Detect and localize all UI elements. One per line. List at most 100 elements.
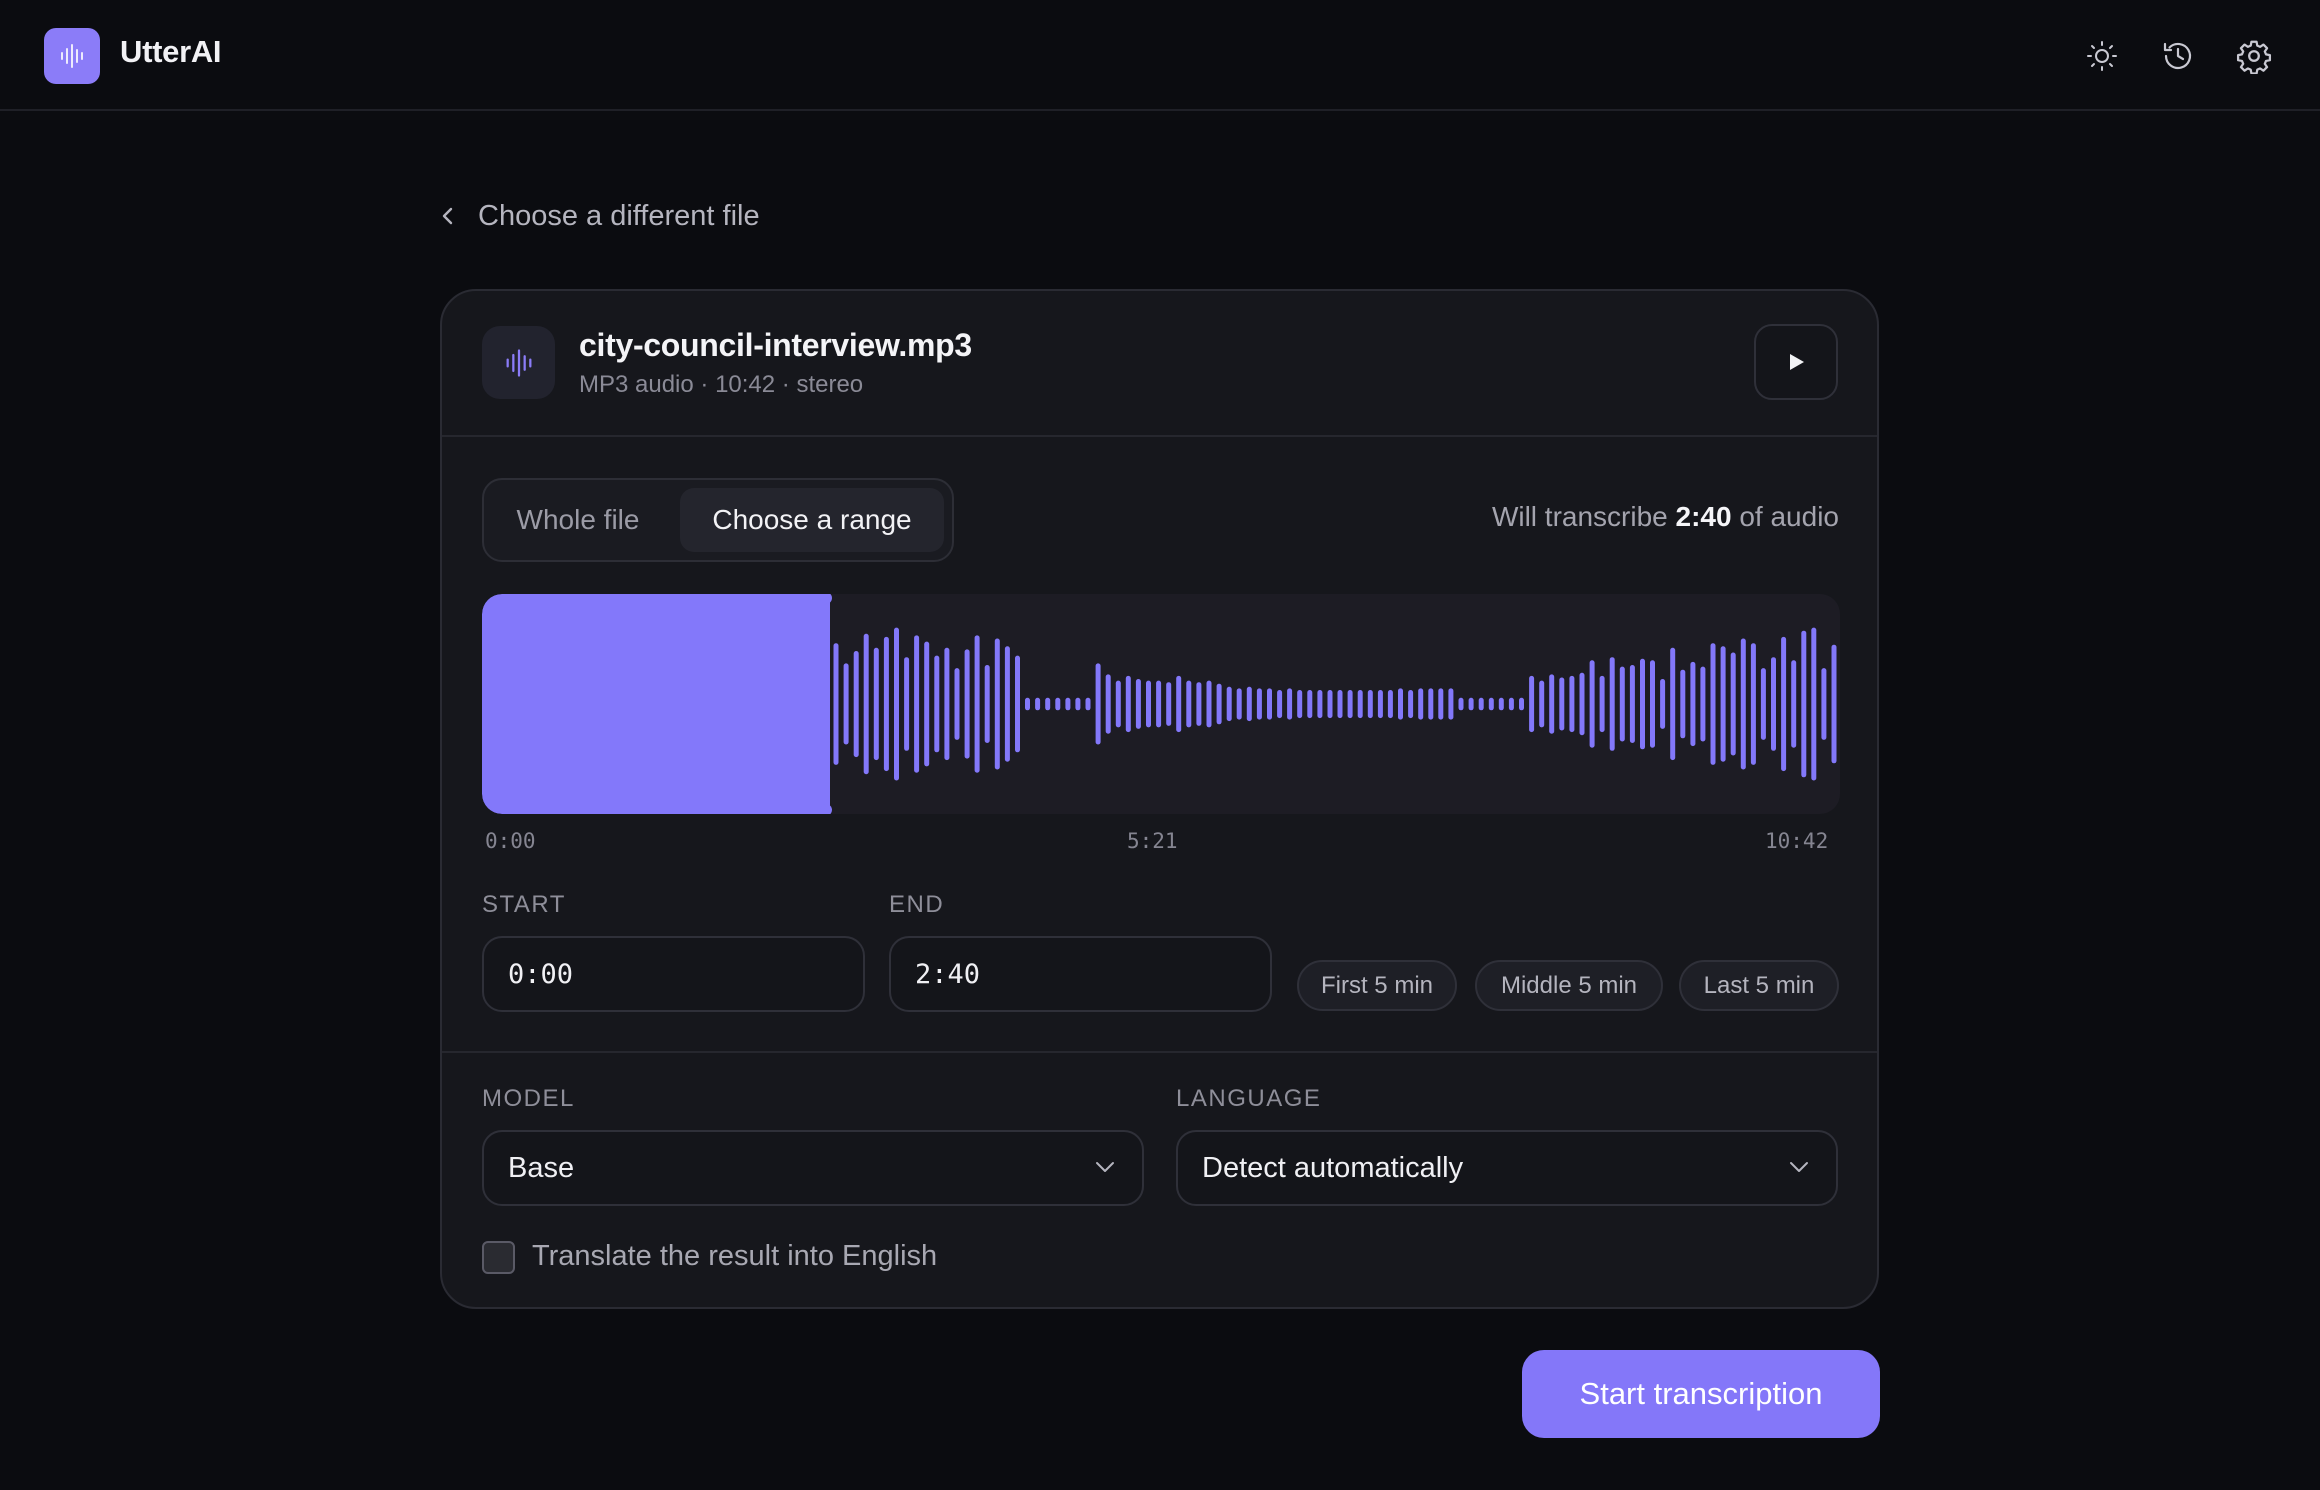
waveform-bar xyxy=(1549,674,1555,734)
waveform-bar xyxy=(1377,690,1383,719)
language-label: LANGUAGE xyxy=(1176,1085,1322,1112)
waveform-bar xyxy=(1367,690,1373,719)
waveform-bar xyxy=(1135,679,1141,729)
waveform-bar xyxy=(1418,688,1424,720)
start-label: START xyxy=(482,891,566,918)
model-select[interactable]: Base xyxy=(482,1130,1144,1206)
waveform-bar xyxy=(1710,643,1716,765)
waveform-bar xyxy=(1690,661,1696,747)
range-mode-toggle: Whole file Choose a range xyxy=(482,478,954,562)
waveform-bar xyxy=(1508,697,1514,711)
translate-checkbox[interactable] xyxy=(482,1241,515,1274)
audio-file-icon xyxy=(482,326,555,399)
waveform-bar xyxy=(1730,652,1736,756)
waveform-bar xyxy=(1559,677,1565,731)
waveform-bars xyxy=(833,627,1837,781)
waveform-bar xyxy=(1519,697,1524,711)
file-meta: MP3 audio · 10:42 · stereo xyxy=(579,371,864,398)
model-label: MODEL xyxy=(482,1085,575,1112)
waveform-bar xyxy=(1226,686,1232,722)
waveform-bar xyxy=(1428,688,1434,720)
waveform-bar xyxy=(1347,690,1353,719)
gear-icon[interactable] xyxy=(2234,36,2274,76)
divider xyxy=(442,435,1877,437)
sun-icon[interactable] xyxy=(2082,36,2122,76)
waveform-bar xyxy=(1085,697,1091,711)
waveform-bar xyxy=(1589,660,1595,748)
waveform-bar xyxy=(1720,646,1726,762)
divider xyxy=(442,1051,1877,1053)
waveform-bar xyxy=(1267,688,1272,720)
waveform-bar xyxy=(1498,697,1504,711)
waveform-bar xyxy=(1337,690,1343,719)
waveform-bar xyxy=(1458,697,1464,711)
summary-suffix: of audio xyxy=(1731,501,1839,532)
last-5-min-chip[interactable]: Last 5 min xyxy=(1679,960,1839,1011)
waveform-bar xyxy=(894,627,899,781)
waveform-tick-start: 0:00 xyxy=(485,829,536,853)
waveform-bar xyxy=(833,643,839,765)
back-link-label: Choose a different file xyxy=(478,199,760,232)
summary-duration: 2:40 xyxy=(1675,501,1732,532)
waveform-bar xyxy=(1236,688,1242,720)
waveform-bar xyxy=(1579,672,1585,736)
waveform-bar xyxy=(1327,690,1333,719)
language-select[interactable]: Detect automatically xyxy=(1176,1130,1838,1206)
whole-file-option[interactable]: Whole file xyxy=(506,488,650,552)
waveform-bar xyxy=(1186,680,1192,728)
start-time-input[interactable]: 0:00 xyxy=(482,936,865,1012)
transcription-card: city-council-interview.mp3 MP3 audio · 1… xyxy=(440,289,1879,1309)
start-transcription-button[interactable]: Start transcription xyxy=(1522,1350,1880,1438)
model-value: Base xyxy=(508,1151,575,1184)
waveform-bar xyxy=(974,635,980,773)
first-5-min-chip[interactable]: First 5 min xyxy=(1297,960,1457,1011)
waveform-bar xyxy=(1146,680,1151,728)
choose-range-option[interactable]: Choose a range xyxy=(680,488,944,552)
history-icon[interactable] xyxy=(2158,36,2198,76)
logo-waveform-icon xyxy=(44,28,100,84)
waveform-bar xyxy=(1075,697,1081,711)
play-button[interactable] xyxy=(1754,324,1838,400)
waveform-bar xyxy=(843,663,849,745)
waveform-bar xyxy=(1650,660,1655,748)
back-link[interactable]: Choose a different file xyxy=(440,196,760,236)
waveform-bar xyxy=(1095,663,1101,745)
waveform-bar xyxy=(1156,680,1162,728)
app-name: UtterAI xyxy=(120,34,222,69)
waveform-bar xyxy=(1448,688,1454,720)
transcribe-summary: Will transcribe 2:40 of audio xyxy=(1492,501,1839,533)
waveform-bar xyxy=(1357,690,1363,719)
waveform-bar xyxy=(1750,643,1756,765)
waveform-bar xyxy=(1619,666,1625,742)
waveform-bar xyxy=(1166,682,1172,726)
end-time-input[interactable]: 2:40 xyxy=(889,936,1272,1012)
waveform-bar xyxy=(944,647,950,761)
middle-5-min-chip[interactable]: Middle 5 min xyxy=(1475,960,1663,1011)
waveform-bar xyxy=(1206,680,1212,728)
chevron-down-icon xyxy=(1096,1162,1114,1172)
waveform-bar xyxy=(1791,660,1797,748)
waveform-bar xyxy=(1569,675,1575,733)
file-name: city-council-interview.mp3 xyxy=(579,327,972,363)
waveform-bar xyxy=(1398,688,1403,720)
summary-prefix: Will transcribe xyxy=(1491,501,1676,532)
waveform-bar xyxy=(1821,668,1827,740)
waveform-bar xyxy=(1387,690,1393,719)
waveform-bar xyxy=(1599,675,1605,733)
waveform-bar xyxy=(1801,630,1807,778)
waveform-bar xyxy=(1408,690,1414,719)
translate-label[interactable]: Translate the result into English xyxy=(532,1240,937,1273)
waveform-bar xyxy=(1246,686,1252,722)
waveform-bar xyxy=(873,647,879,761)
waveform-bar xyxy=(1478,697,1484,711)
waveform-bar xyxy=(1438,688,1444,720)
waveform-bar xyxy=(904,657,910,751)
waveform-bar xyxy=(1307,690,1313,719)
waveform[interactable] xyxy=(482,594,1840,814)
waveform-bar xyxy=(1115,680,1121,728)
waveform-bar xyxy=(1216,683,1222,725)
waveform-bar xyxy=(1297,690,1303,719)
waveform-bar xyxy=(1277,690,1283,719)
waveform-bar xyxy=(934,655,940,753)
waveform-bar xyxy=(1317,690,1323,719)
